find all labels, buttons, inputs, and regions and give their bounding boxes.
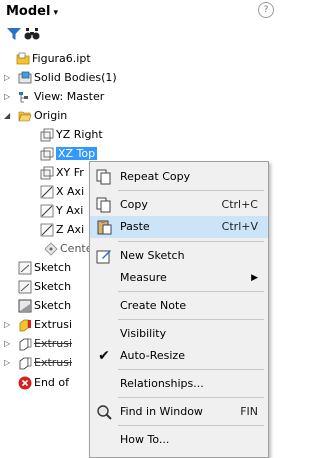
tree-item-extrusion-suppressed[interactable]: Extrusi [18,335,72,353]
tree-item-origin[interactable]: Origin [18,107,67,125]
tree-item-center-point[interactable]: Cente [44,240,93,258]
plane-icon [40,128,54,142]
chevron-down-icon: ▾ [53,8,58,18]
copy-icon [96,169,111,185]
axis-icon [40,223,54,237]
sketch-icon [18,261,32,275]
menu-separator [118,291,264,292]
end-of-part-icon [18,376,32,390]
sketch-icon [18,280,32,294]
expand-arrow-icon[interactable]: ▷ [4,335,10,353]
menu-separator [118,241,264,242]
menu-item-auto-resize[interactable]: ✔ Auto-Resize [90,345,268,367]
checkmark-icon: ✔ [98,348,110,364]
solid-bodies-icon [18,71,32,84]
tree-item-sketch[interactable]: Sketch [18,297,71,315]
copy-icon [96,197,111,213]
tree-item-extrusion-suppressed[interactable]: Extrusi [18,354,72,372]
menu-separator [118,397,264,398]
center-point-icon [44,242,58,256]
context-menu: Repeat Copy Copy Ctrl+C Paste Ctrl+V New… [89,161,269,458]
expand-arrow-icon[interactable]: ▷ [4,69,10,87]
new-sketch-icon [96,250,111,264]
paste-icon [97,220,112,235]
menu-item-find-in-window[interactable]: Find in Window FIN [90,401,268,423]
plane-icon [40,166,54,180]
tree-item-z-axis[interactable]: Z Axi [40,221,84,239]
panel-header: Model ▾ ? [0,0,274,46]
tree-item-view-master[interactable]: View: Master [18,88,104,106]
panel-title[interactable]: Model ▾ [6,4,58,19]
menu-item-repeat-copy[interactable]: Repeat Copy [90,166,268,188]
menu-separator [118,319,264,320]
expand-arrow-icon[interactable]: ▷ [4,354,10,372]
menu-separator [118,190,264,191]
submenu-arrow-icon: ▶ [251,273,258,283]
extrusion-icon [19,357,32,370]
menu-item-paste[interactable]: Paste Ctrl+V [90,216,268,238]
expand-arrow-icon[interactable]: ▷ [4,316,10,334]
tree-item-xy-plane[interactable]: XY Fr [40,164,84,182]
folder-open-icon [18,111,32,122]
tree-item-sketch[interactable]: Sketch [18,259,71,277]
tree-item-x-axis[interactable]: X Axi [40,183,84,201]
help-icon[interactable]: ? [258,2,274,18]
sketch-icon [18,299,32,313]
menu-item-new-sketch[interactable]: New Sketch [90,245,268,267]
tree-item-yz-plane[interactable]: YZ Right [40,126,103,144]
tree-item-y-axis[interactable]: Y Axi [40,202,83,220]
part-file-icon [16,52,30,65]
tree-item-extrusion[interactable]: Extrusi [18,316,72,334]
tree-item-sketch[interactable]: Sketch [18,278,71,296]
menu-separator [118,369,264,370]
menu-item-relationships[interactable]: Relationships... [90,373,268,395]
extrusion-icon [19,338,32,351]
menu-separator [118,425,264,426]
axis-icon [40,204,54,218]
binoculars-icon[interactable] [24,27,40,41]
extrusion-icon [19,319,31,332]
tree-item-end-of-part[interactable]: End of [18,374,69,392]
menu-item-measure[interactable]: Measure ▶ [90,267,268,289]
filter-icon[interactable] [6,27,22,41]
menu-item-visibility[interactable]: Visibility [90,323,268,345]
axis-icon [40,185,54,199]
view-rep-icon [19,92,28,103]
menu-item-create-note[interactable]: Create Note [90,295,268,317]
menu-item-how-to[interactable]: How To... [90,429,268,451]
tree-item-root[interactable]: Figura6.ipt [16,50,91,68]
menu-item-copy[interactable]: Copy Ctrl+C [90,194,268,216]
plane-icon [40,147,54,161]
collapse-arrow-icon[interactable]: ◢ [4,107,10,125]
zoom-icon [97,405,112,420]
tree-item-solid-bodies[interactable]: Solid Bodies(1) [18,69,117,87]
expand-arrow-icon[interactable]: ▷ [4,88,10,106]
